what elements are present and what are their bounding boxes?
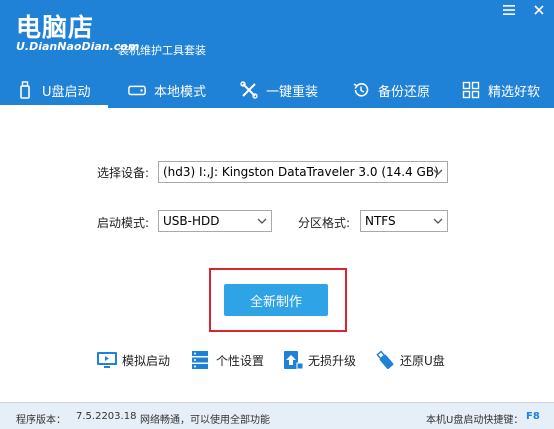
- version-label: 程序版本：: [16, 415, 66, 426]
- device-label: 选择设备:: [97, 166, 150, 180]
- tab-one-click-reinstall[interactable]: 一键重装: [240, 72, 318, 108]
- tool-restore-usb[interactable]: 还原U盘: [374, 348, 445, 372]
- tool-personal-settings[interactable]: 个性设置: [190, 348, 264, 372]
- tab-local-mode[interactable]: 本地模式: [128, 72, 206, 108]
- device-select-value: (hd3) I:,J: Kingston DataTraveler 3.0 (1…: [163, 165, 439, 179]
- device-select[interactable]: (hd3) I:,J: Kingston DataTraveler 3.0 (1…: [158, 161, 448, 183]
- version-value: 7.5.2203.18: [76, 411, 137, 422]
- partition-format-value: NTFS: [365, 214, 396, 228]
- partition-format-select[interactable]: NTFS: [360, 210, 448, 232]
- main-tabs: U盘启动 本地模式 一键重装 备份还原 精选好软: [0, 72, 554, 108]
- apps-grid-icon: [462, 81, 480, 99]
- upgrade-icon: [282, 349, 304, 371]
- boot-mode-value: USB-HDD: [163, 214, 220, 228]
- boot-mode-select[interactable]: USB-HDD: [158, 210, 272, 232]
- usb-drive-icon: [16, 81, 34, 99]
- tab-label: 一键重装: [266, 84, 319, 100]
- close-icon[interactable]: [530, 4, 548, 18]
- partition-format-label: 分区格式:: [298, 216, 351, 230]
- tool-label: 模拟启动: [122, 353, 171, 368]
- tab-featured-software[interactable]: 精选好软: [462, 72, 540, 108]
- header: 电脑店 U.DianNaoDian.com 装机维护工具套装: [0, 0, 554, 72]
- tab-usb-boot[interactable]: U盘启动: [0, 72, 108, 108]
- hotkey-value: F8: [526, 411, 540, 422]
- tab-label: 本地模式: [154, 84, 207, 100]
- history-restore-icon: [352, 81, 370, 99]
- create-new-button[interactable]: 全新制作: [224, 284, 328, 316]
- tab-label: 备份还原: [378, 84, 431, 100]
- chevron-down-icon: [433, 164, 443, 180]
- hard-disk-icon: [128, 81, 146, 99]
- tool-simulate-boot[interactable]: 模拟启动: [96, 348, 170, 372]
- hotkey-label: 本机U盘启动快捷键：: [426, 415, 524, 426]
- monitor-icon: [96, 349, 118, 371]
- usb-restore-icon: [374, 349, 396, 371]
- status-bar: 程序版本： 7.5.2203.18 网络畅通，可以使用全部功能 本机U盘启动快捷…: [0, 402, 554, 429]
- tool-label: 无损升级: [308, 353, 357, 368]
- chevron-down-icon: [257, 213, 267, 229]
- network-status: 网络畅通，可以使用全部功能: [140, 415, 270, 426]
- tools-icon: [240, 81, 258, 99]
- logo-text: 电脑店: [16, 13, 95, 42]
- tool-label: 个性设置: [216, 353, 265, 368]
- tab-label: U盘启动: [42, 84, 91, 100]
- boot-mode-label: 启动模式:: [97, 216, 150, 230]
- app-subtitle: 装机维护工具套装: [118, 44, 206, 57]
- hamburger-menu-icon[interactable]: [500, 4, 518, 18]
- tool-lossless-upgrade[interactable]: 无损升级: [282, 348, 356, 372]
- tab-label: 精选好软: [488, 84, 541, 100]
- app-window: 电脑店 U.DianNaoDian.com 装机维护工具套装 U盘启动 本地模式: [0, 0, 554, 429]
- tab-backup-restore[interactable]: 备份还原: [352, 72, 430, 108]
- tool-label: 还原U盘: [400, 353, 445, 368]
- server-settings-icon: [190, 349, 212, 371]
- chevron-down-icon: [433, 213, 443, 229]
